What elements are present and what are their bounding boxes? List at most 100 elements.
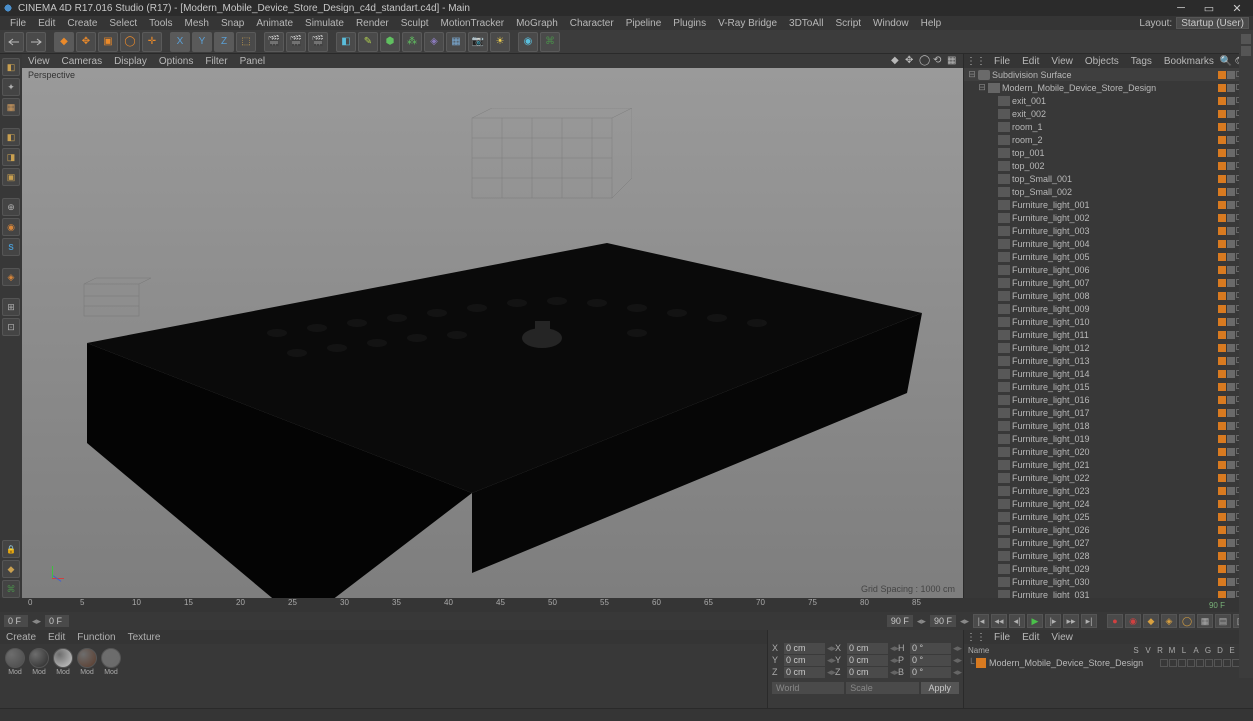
current-frame[interactable]: 0 F <box>45 615 69 627</box>
tree-row[interactable]: Furniture_light_029 <box>964 562 1253 575</box>
mat-menu-create[interactable]: Create <box>0 632 42 643</box>
rotate-button[interactable]: ◯ <box>120 32 140 52</box>
tree-row[interactable]: Furniture_light_018 <box>964 419 1253 432</box>
tree-row[interactable]: Furniture_light_014 <box>964 367 1253 380</box>
object-tree[interactable]: ⊟Subdivision Surface⊟Modern_Mobile_Devic… <box>964 68 1253 598</box>
move-button[interactable]: ✥ <box>76 32 96 52</box>
tree-row[interactable]: Furniture_light_011 <box>964 328 1253 341</box>
vp-move-icon[interactable]: ✥ <box>905 55 917 67</box>
tree-row[interactable]: Furniture_light_007 <box>964 276 1253 289</box>
tree-row[interactable]: Furniture_light_023 <box>964 484 1253 497</box>
tree-row[interactable]: Furniture_light_021 <box>964 458 1253 471</box>
model-mode-button[interactable]: ◧ <box>2 58 20 76</box>
render-view-button[interactable]: 🎬 <box>264 32 284 52</box>
material-item[interactable]: Mod <box>28 648 50 704</box>
render-pv-button[interactable]: 🎬 <box>286 32 306 52</box>
goto-start-button[interactable]: |◂ <box>973 614 989 628</box>
subdiv-button[interactable]: ⬢ <box>380 32 400 52</box>
menu-motiontracker[interactable]: MotionTracker <box>435 18 511 29</box>
render-settings-button[interactable]: 🎬 <box>308 32 328 52</box>
viewmenu-filter[interactable]: Filter <box>199 56 233 67</box>
key-pos-button[interactable]: ◆ <box>1143 614 1159 628</box>
key-scale-button[interactable]: ◈ <box>1161 614 1177 628</box>
tree-row[interactable]: Furniture_light_017 <box>964 406 1253 419</box>
x-axis-button[interactable]: X <box>170 32 190 52</box>
om-search-icon[interactable]: 🔍 <box>1220 56 1232 67</box>
om-menu-view[interactable]: View <box>1045 56 1079 67</box>
tree-row[interactable]: Furniture_light_019 <box>964 432 1253 445</box>
viewmenu-cameras[interactable]: Cameras <box>56 56 109 67</box>
menu-plugins[interactable]: Plugins <box>667 18 712 29</box>
cube-button[interactable]: ◧ <box>336 32 356 52</box>
om-menu-objects[interactable]: Objects <box>1079 56 1125 67</box>
autokey-button[interactable]: ◉ <box>1125 614 1141 628</box>
key-param-button[interactable]: ▦ <box>1197 614 1213 628</box>
redo-button[interactable] <box>26 32 46 52</box>
tree-row[interactable]: Furniture_light_030 <box>964 575 1253 588</box>
material-item[interactable]: Mod <box>52 648 74 704</box>
menu-sculpt[interactable]: Sculpt <box>395 18 435 29</box>
tree-row[interactable]: exit_001 <box>964 94 1253 107</box>
coord-system-button[interactable]: ⬚ <box>236 32 256 52</box>
attr-menu-view[interactable]: View <box>1045 632 1079 643</box>
spline-button[interactable]: ✎ <box>358 32 378 52</box>
tree-row[interactable]: Furniture_light_008 <box>964 289 1253 302</box>
menu-render[interactable]: Render <box>350 18 395 29</box>
om-menu-tags[interactable]: Tags <box>1125 56 1158 67</box>
tree-row[interactable]: Furniture_light_012 <box>964 341 1253 354</box>
menu-animate[interactable]: Animate <box>250 18 299 29</box>
menu-help[interactable]: Help <box>915 18 948 29</box>
om-menu-file[interactable]: File <box>988 56 1016 67</box>
mat-menu-edit[interactable]: Edit <box>42 632 71 643</box>
tree-row[interactable]: Furniture_light_031 <box>964 588 1253 598</box>
light-button[interactable]: ☀ <box>490 32 510 52</box>
maximize-button[interactable]: ▭ <box>1195 1 1223 15</box>
gutter-icon[interactable] <box>1241 46 1251 56</box>
key-pla-button[interactable]: ▤ <box>1215 614 1231 628</box>
tree-row[interactable]: Furniture_light_010 <box>964 315 1253 328</box>
menu-3dtoall[interactable]: 3DToAll <box>783 18 829 29</box>
viewmenu-display[interactable]: Display <box>108 56 153 67</box>
tree-row[interactable]: Furniture_light_009 <box>964 302 1253 315</box>
tree-row[interactable]: Furniture_light_028 <box>964 549 1253 562</box>
tree-row[interactable]: Furniture_light_015 <box>964 380 1253 393</box>
start-frame[interactable]: 0 F <box>4 615 28 627</box>
layout-dropdown[interactable]: Startup (User) <box>1176 17 1249 29</box>
key-rot-button[interactable]: ◯ <box>1179 614 1195 628</box>
coord-mode-dropdown[interactable]: Scale <box>846 682 918 694</box>
tree-row[interactable]: Furniture_light_013 <box>964 354 1253 367</box>
live-select-button[interactable]: ◆ <box>54 32 74 52</box>
menu-pipeline[interactable]: Pipeline <box>620 18 668 29</box>
prev-frame-button[interactable]: ◂| <box>1009 614 1025 628</box>
tree-row[interactable]: room_1 <box>964 120 1253 133</box>
menu-select[interactable]: Select <box>103 18 143 29</box>
record-button[interactable]: ● <box>1107 614 1123 628</box>
tree-row[interactable]: Furniture_light_004 <box>964 237 1253 250</box>
menu-tools[interactable]: Tools <box>143 18 178 29</box>
z-axis-button[interactable]: Z <box>214 32 234 52</box>
vp-cam-icon[interactable]: ◆ <box>891 55 903 67</box>
tree-row[interactable]: Furniture_light_020 <box>964 445 1253 458</box>
viewmenu-options[interactable]: Options <box>153 56 199 67</box>
tree-row[interactable]: Furniture_light_027 <box>964 536 1253 549</box>
planar-workplane-button[interactable]: ⊡ <box>2 318 20 336</box>
tree-row[interactable]: Furniture_light_022 <box>964 471 1253 484</box>
vp-zoom-icon[interactable]: ◯ <box>919 55 931 67</box>
tree-row[interactable]: Furniture_light_025 <box>964 510 1253 523</box>
edges-button[interactable]: ◨ <box>2 148 20 166</box>
menu-file[interactable]: File <box>4 18 32 29</box>
tree-row[interactable]: ⊟Modern_Mobile_Device_Store_Design <box>964 81 1253 94</box>
material-item[interactable]: Mod <box>4 648 26 704</box>
snap-s-button[interactable]: S <box>2 238 20 256</box>
last-tool-button[interactable]: ✛ <box>142 32 162 52</box>
layer-row[interactable]: └ Modern_Mobile_Device_Store_Design <box>964 656 1253 669</box>
menu-mograph[interactable]: MoGraph <box>510 18 564 29</box>
preview-end-1[interactable]: 90 F <box>887 615 913 627</box>
tree-row[interactable]: top_Small_001 <box>964 172 1253 185</box>
tree-row[interactable]: Furniture_light_026 <box>964 523 1253 536</box>
tree-row[interactable]: Furniture_light_003 <box>964 224 1253 237</box>
om-menu-bookmarks[interactable]: Bookmarks <box>1158 56 1220 67</box>
tree-row[interactable]: Furniture_light_001 <box>964 198 1253 211</box>
vray-button[interactable]: ◉ <box>518 32 538 52</box>
viewmenu-view[interactable]: View <box>22 56 56 67</box>
